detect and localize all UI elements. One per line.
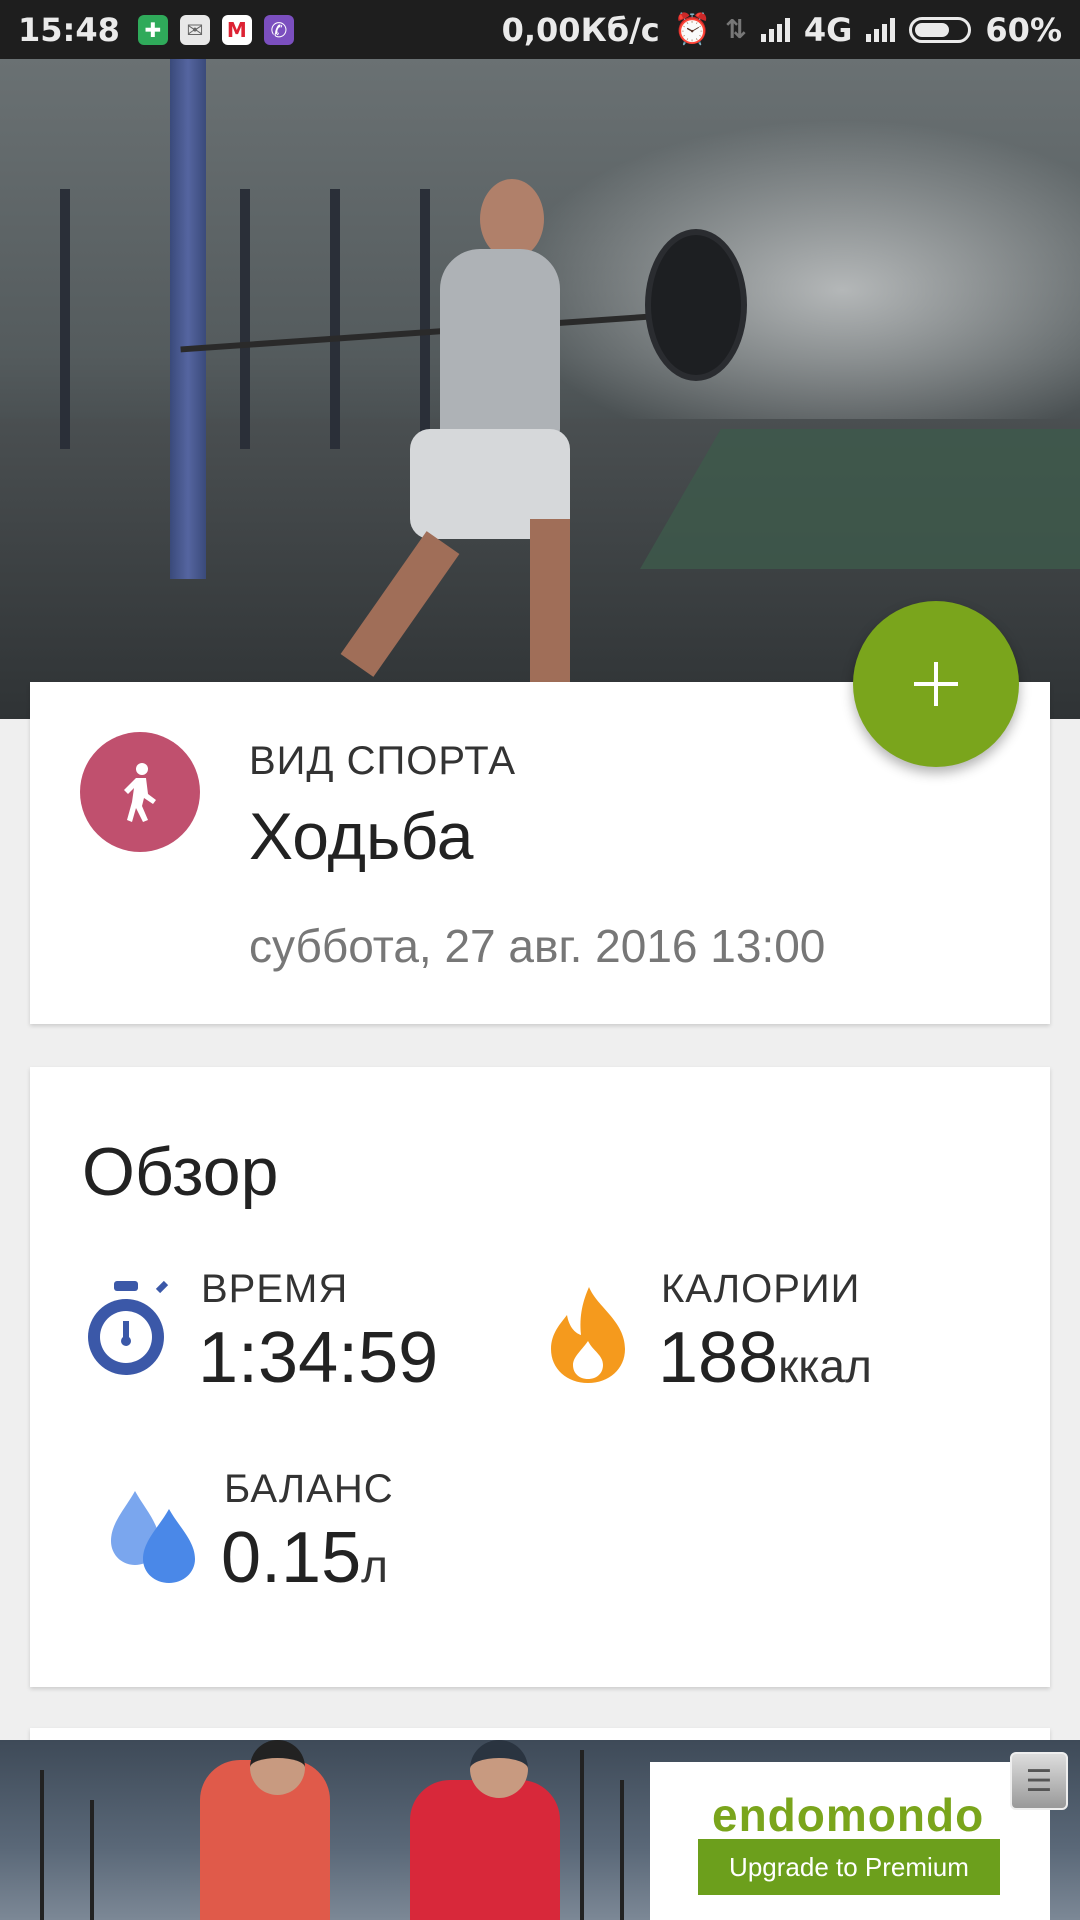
gmail-icon: M bbox=[221, 14, 252, 45]
viber-icon: ✆ bbox=[263, 14, 294, 45]
ad-banner[interactable]: endomondo Upgrade to Premium bbox=[0, 1740, 1080, 1920]
endomondo-logo: endomondo bbox=[712, 1789, 985, 1841]
overview-card: Обзор ВРЕМЯ 1:34:59 КАЛОРИИ 188ккал БАЛА… bbox=[30, 1067, 1050, 1687]
balance-number: 0.15 bbox=[221, 1518, 362, 1598]
battery-icon bbox=[909, 16, 972, 43]
calories-value: 188ккал bbox=[658, 1317, 872, 1399]
time-label: ВРЕМЯ bbox=[201, 1267, 349, 1311]
security-app-icon: ✚ bbox=[137, 14, 168, 45]
status-bar: 15:48 ✚ ✉ M ✆ 0,00Кб/с ⏰ ⇅ 4G 60% bbox=[0, 0, 1080, 59]
sport-type-value: Ходьба bbox=[249, 799, 474, 873]
workout-date: суббота, 27 авг. 2016 13:00 bbox=[249, 920, 826, 972]
flame-icon bbox=[545, 1285, 631, 1390]
walking-icon bbox=[80, 732, 200, 852]
status-time: 15:48 bbox=[18, 10, 120, 49]
athlete-figure bbox=[340, 169, 630, 689]
signal-strength-icon-2 bbox=[866, 17, 896, 42]
balance-unit: л bbox=[361, 1540, 388, 1592]
ad-panel: endomondo Upgrade to Premium bbox=[650, 1762, 1050, 1920]
notification-icons: ✚ ✉ M ✆ bbox=[137, 14, 294, 45]
calories-label: КАЛОРИИ bbox=[661, 1267, 861, 1311]
calories-unit: ккал bbox=[778, 1340, 872, 1392]
calories-number: 188 bbox=[658, 1318, 779, 1398]
data-transfer-icon: ⇅ bbox=[725, 14, 747, 45]
upgrade-premium-button[interactable]: Upgrade to Premium bbox=[698, 1839, 1000, 1895]
sport-type-label: ВИД СПОРТА bbox=[249, 739, 517, 783]
balance-label: БАЛАНС bbox=[224, 1467, 394, 1511]
water-drops-icon bbox=[105, 1487, 201, 1588]
balance-value: 0.15л bbox=[221, 1517, 388, 1599]
time-value: 1:34:59 bbox=[198, 1318, 439, 1398]
battery-level: 60% bbox=[985, 10, 1062, 49]
mail-icon: ✉ bbox=[179, 14, 210, 45]
network-type: 4G bbox=[803, 10, 853, 49]
stopwatch-icon bbox=[82, 1279, 172, 1384]
add-workout-button[interactable] bbox=[853, 601, 1019, 767]
network-speed: 0,00Кб/с bbox=[501, 10, 660, 49]
ad-close-icon[interactable]: ☰ bbox=[1010, 1752, 1068, 1810]
signal-strength-icon bbox=[760, 17, 790, 42]
alarm-icon: ⏰ bbox=[673, 12, 712, 47]
overview-title: Обзор bbox=[82, 1134, 279, 1210]
